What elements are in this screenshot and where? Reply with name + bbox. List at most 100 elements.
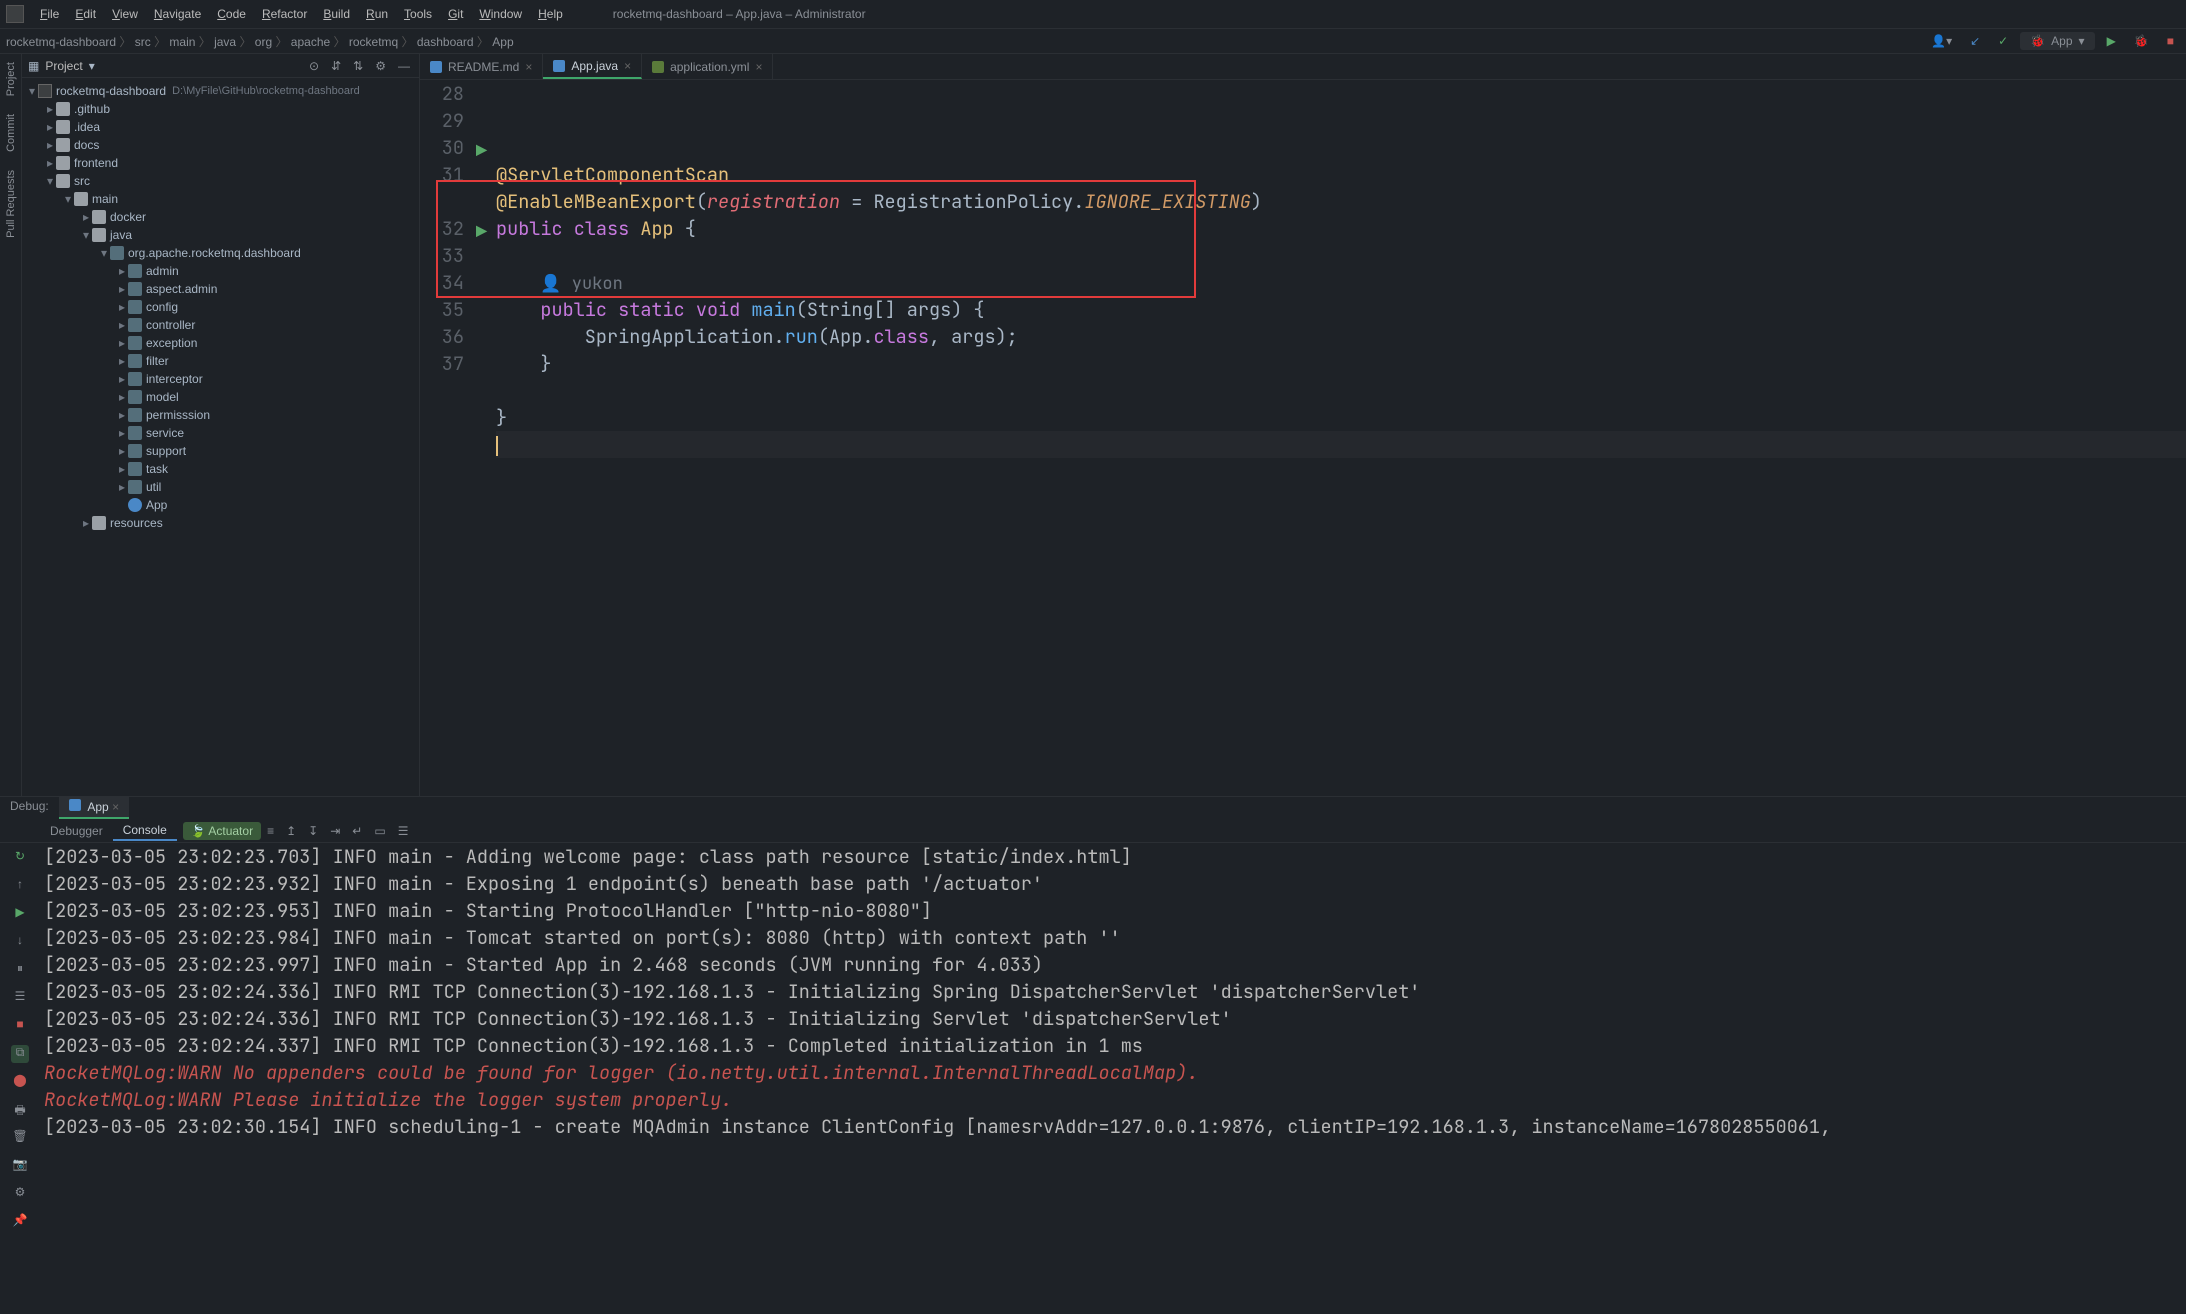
toolbar-icon[interactable]: ≡ bbox=[261, 824, 280, 838]
code-line[interactable]: @ServletComponentScan bbox=[496, 161, 2186, 188]
editor-tab[interactable]: App.java× bbox=[543, 54, 642, 79]
expand-arrow-icon[interactable]: ▸ bbox=[116, 462, 128, 476]
expand-arrow-icon[interactable]: ▸ bbox=[116, 444, 128, 458]
tree-item[interactable]: ▸docs bbox=[22, 136, 419, 154]
code-line[interactable]: public static void main(String[] args) { bbox=[496, 296, 2186, 323]
tree-item[interactable]: ▸.idea bbox=[22, 118, 419, 136]
close-icon[interactable]: × bbox=[624, 59, 631, 73]
code-line[interactable]: } bbox=[496, 404, 2186, 431]
pause-icon[interactable]: ⏸ bbox=[11, 961, 29, 979]
editor-tab[interactable]: application.yml× bbox=[642, 54, 773, 79]
tree-item[interactable]: ▸docker bbox=[22, 208, 419, 226]
expand-arrow-icon[interactable]: ▸ bbox=[44, 138, 56, 152]
code-line[interactable]: @EnableMBeanExport(registration = Regist… bbox=[496, 188, 2186, 215]
run-gutter-icon[interactable]: ▶ bbox=[476, 218, 487, 245]
run-button-icon[interactable]: ▶ bbox=[2101, 32, 2122, 50]
debug-button-icon[interactable]: 🐞 bbox=[2128, 32, 2155, 50]
expand-arrow-icon[interactable]: ▸ bbox=[116, 408, 128, 422]
tree-item[interactable]: ▸task bbox=[22, 460, 419, 478]
trash-icon[interactable]: 🗑 bbox=[11, 1129, 29, 1147]
step-icon[interactable]: ↓ bbox=[11, 933, 29, 951]
rerun-icon[interactable]: ↻ bbox=[11, 849, 29, 867]
expand-arrow-icon[interactable]: ▸ bbox=[116, 372, 128, 386]
settings-icon[interactable]: ⚙ bbox=[372, 59, 389, 73]
expand-arrow-icon[interactable]: ▸ bbox=[44, 156, 56, 170]
resume-icon[interactable]: ▶ bbox=[11, 905, 29, 923]
code-line[interactable] bbox=[496, 242, 2186, 269]
toolbar-icon[interactable]: ▭ bbox=[368, 824, 391, 838]
tree-item[interactable]: App bbox=[22, 496, 419, 514]
breadcrumb-item[interactable]: dashboard bbox=[417, 35, 474, 49]
tree-item[interactable]: ▸aspect.admin bbox=[22, 280, 419, 298]
tree-root[interactable]: rocketmq-dashboard D:\MyFile\GitHub\rock… bbox=[22, 82, 419, 100]
expand-arrow-icon[interactable]: ▸ bbox=[44, 102, 56, 116]
debug-session-tab[interactable]: App × bbox=[59, 797, 129, 819]
thread-icon[interactable]: ⧉ bbox=[11, 1045, 29, 1063]
toolbar-icon[interactable]: ↥ bbox=[280, 824, 302, 838]
code-line[interactable]: 👤 yukon bbox=[496, 269, 2186, 296]
expand-arrow-icon[interactable]: ▾ bbox=[98, 246, 110, 260]
tree-item[interactable]: ▾src bbox=[22, 172, 419, 190]
tree-item[interactable]: ▸service bbox=[22, 424, 419, 442]
menu-window[interactable]: Window bbox=[471, 4, 530, 24]
menu-build[interactable]: Build bbox=[315, 4, 358, 24]
expand-arrow-icon[interactable]: ▾ bbox=[80, 228, 92, 242]
print-icon[interactable]: 🖶 bbox=[11, 1101, 29, 1119]
menu-file[interactable]: File bbox=[32, 4, 67, 24]
expand-all-icon[interactable]: ⇵ bbox=[328, 59, 344, 73]
chevron-down-icon[interactable]: ▾ bbox=[89, 59, 95, 73]
close-icon[interactable]: × bbox=[112, 800, 119, 814]
mute-bp-icon[interactable]: ⬤ bbox=[11, 1073, 29, 1091]
menu-git[interactable]: Git bbox=[440, 4, 471, 24]
vcs-update-icon[interactable]: ↙ bbox=[1964, 32, 1986, 50]
expand-arrow-icon[interactable]: ▸ bbox=[116, 318, 128, 332]
tree-item[interactable]: ▸config bbox=[22, 298, 419, 316]
user-icon[interactable]: 👤▾ bbox=[1925, 32, 1958, 50]
vcs-commit-icon[interactable]: ✓ bbox=[1992, 32, 2014, 50]
breadcrumb-item[interactable]: org bbox=[255, 35, 272, 49]
expand-arrow-icon[interactable]: ▸ bbox=[80, 210, 92, 224]
tree-item[interactable]: ▸resources bbox=[22, 514, 419, 532]
menu-run[interactable]: Run bbox=[358, 4, 396, 24]
expand-arrow-icon[interactable]: ▸ bbox=[116, 426, 128, 440]
tree-item[interactable]: ▸frontend bbox=[22, 154, 419, 172]
camera-icon[interactable]: 📷 bbox=[11, 1157, 29, 1175]
toolbar-icon[interactable]: ⇥ bbox=[324, 824, 346, 838]
expand-arrow-icon[interactable]: ▸ bbox=[116, 282, 128, 296]
code-editor[interactable]: 28293031323334353637 ▶▶ @ServletComponen… bbox=[420, 80, 2186, 796]
run-gutter-icon[interactable]: ▶ bbox=[476, 137, 487, 164]
locate-icon[interactable]: ⊙ bbox=[306, 59, 322, 73]
expand-arrow-icon[interactable]: ▸ bbox=[116, 354, 128, 368]
tree-item[interactable]: ▾org.apache.rocketmq.dashboard bbox=[22, 244, 419, 262]
toolbar-icon[interactable]: ↧ bbox=[302, 824, 324, 838]
code-line[interactable] bbox=[496, 377, 2186, 404]
tree-item[interactable]: ▾java bbox=[22, 226, 419, 244]
code-line[interactable] bbox=[496, 431, 2186, 458]
breadcrumb-item[interactable]: java bbox=[214, 35, 236, 49]
tree-item[interactable]: ▸admin bbox=[22, 262, 419, 280]
menu-refactor[interactable]: Refactor bbox=[254, 4, 315, 24]
collapse-all-icon[interactable]: ⇅ bbox=[350, 59, 366, 73]
breadcrumb-item[interactable]: src bbox=[135, 35, 151, 49]
tree-item[interactable]: ▸interceptor bbox=[22, 370, 419, 388]
tree-item[interactable]: ▸support bbox=[22, 442, 419, 460]
breadcrumb-item[interactable]: rocketmq bbox=[349, 35, 398, 49]
menu-edit[interactable]: Edit bbox=[67, 4, 104, 24]
tree-item[interactable]: ▸util bbox=[22, 478, 419, 496]
toolbar-icon[interactable]: ☰ bbox=[392, 824, 415, 838]
menu-help[interactable]: Help bbox=[530, 4, 571, 24]
tree-item[interactable]: ▸exception bbox=[22, 334, 419, 352]
stack-icon[interactable]: ☰ bbox=[11, 989, 29, 1007]
debugger-subtab[interactable]: Debugger bbox=[40, 822, 113, 840]
breadcrumb-item[interactable]: App bbox=[492, 35, 513, 49]
breadcrumb-item[interactable]: main bbox=[169, 35, 195, 49]
console-subtab[interactable]: Console bbox=[113, 821, 177, 841]
stop-icon[interactable]: ■ bbox=[11, 1017, 29, 1035]
tree-item[interactable]: ▸controller bbox=[22, 316, 419, 334]
tree-item[interactable]: ▸model bbox=[22, 388, 419, 406]
console-output[interactable]: [2023-03-05 23:02:23.703] INFO main - Ad… bbox=[40, 843, 2186, 1314]
expand-arrow-icon[interactable]: ▸ bbox=[80, 516, 92, 530]
expand-arrow-icon[interactable]: ▸ bbox=[116, 480, 128, 494]
hide-icon[interactable]: — bbox=[395, 59, 413, 73]
menu-code[interactable]: Code bbox=[209, 4, 254, 24]
